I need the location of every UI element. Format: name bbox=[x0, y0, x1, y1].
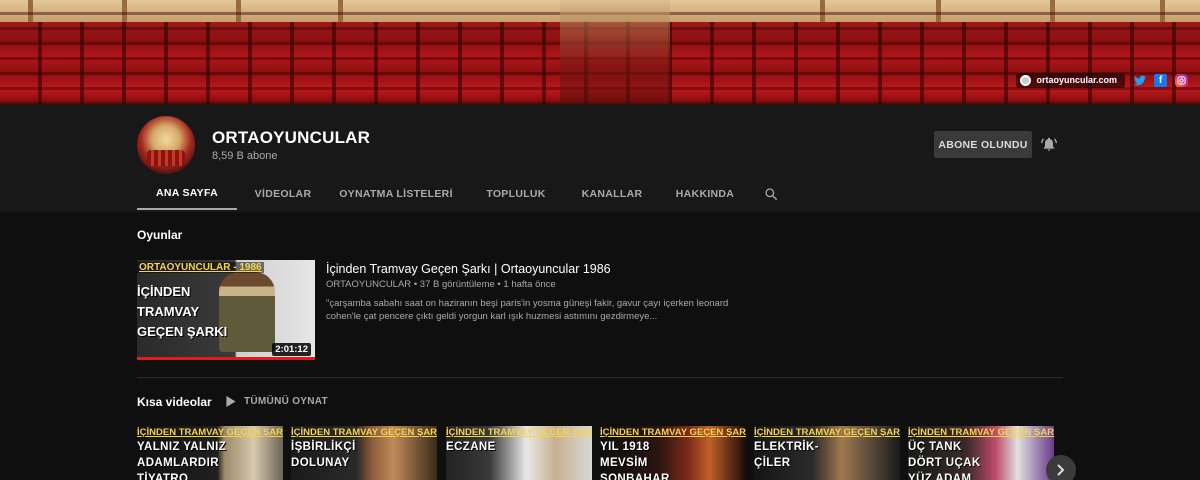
play-all-label: TÜMÜNÜ OYNAT bbox=[244, 396, 328, 407]
subscribe-button[interactable]: ABONE OLUNDU bbox=[934, 131, 1032, 158]
short-video-thumbnail[interactable]: İÇİNDEN TRAMVAY GEÇEN ŞARKI YIL 1918 MEV… bbox=[600, 426, 746, 480]
short-tag: İÇİNDEN TRAMVAY GEÇEN ŞARKI bbox=[908, 427, 1054, 438]
video-duration: 2:01:12 bbox=[272, 343, 311, 356]
short-video-thumbnail[interactable]: İÇİNDEN TRAMVAY GEÇEN ŞARKI ÜÇ TANK DÖRT… bbox=[908, 426, 1054, 480]
chevron-right-icon bbox=[1057, 464, 1065, 476]
short-tag: İÇİNDEN TRAMVAY GEÇEN ŞARKI bbox=[754, 427, 900, 438]
tab-about[interactable]: HAKKINDA bbox=[655, 178, 755, 210]
short-thumbnail-text: YALNIZ YALNIZ ADAMLARDIR TİYATRO bbox=[137, 441, 227, 480]
watch-progress-bar bbox=[137, 357, 315, 360]
video-views: 37 B görüntüleme bbox=[419, 279, 495, 290]
short-thumbnail-text: İŞBİRLİKÇİ DOLUNAY bbox=[291, 441, 356, 469]
next-arrow-button[interactable] bbox=[1046, 455, 1076, 480]
short-video-thumbnail[interactable]: İÇİNDEN TRAMVAY GEÇEN ŞARKI İŞBİRLİKÇİ D… bbox=[291, 426, 437, 480]
short-tag: İÇİNDEN TRAMVAY GEÇEN ŞARKI bbox=[600, 427, 746, 438]
twitter-icon[interactable] bbox=[1133, 74, 1146, 87]
short-tag: İÇİNDEN TRAMVAY GEÇEN ŞARKI bbox=[291, 427, 437, 438]
channel-banner: ortaoyuncular.com f bbox=[0, 0, 1200, 104]
short-video-thumbnail[interactable]: İÇİNDEN TRAMVAY GEÇEN ŞARKI YALNIZ YALNI… bbox=[137, 426, 283, 480]
thumbnail-banner-text: ORTAOYUNCULAR - 1986 bbox=[137, 262, 264, 273]
subscriber-count: 8,59 B abone bbox=[212, 150, 278, 162]
search-icon[interactable] bbox=[755, 178, 787, 210]
channel-name[interactable]: ORTAOYUNCULAR bbox=[212, 128, 370, 148]
featured-section-title[interactable]: Oyunlar bbox=[137, 228, 182, 242]
banner-links: ortaoyuncular.com f bbox=[1016, 70, 1188, 90]
short-video-thumbnail[interactable]: İÇİNDEN TRAMVAY GEÇEN ŞARKI ELEKTRİK-ÇİL… bbox=[754, 426, 900, 480]
tab-home[interactable]: ANA SAYFA bbox=[137, 178, 237, 210]
play-icon bbox=[226, 396, 236, 407]
website-link[interactable]: ortaoyuncular.com bbox=[1016, 72, 1125, 88]
channel-tabs: ANA SAYFA VİDEOLAR OYNATMA LİSTELERİ TOP… bbox=[137, 178, 787, 212]
video-age: 1 hafta önce bbox=[503, 279, 556, 290]
youtube-channel-page: ortaoyuncular.com f ORTAOYUNCULAR 8,59 B… bbox=[0, 0, 1200, 480]
short-thumbnail-text: ELEKTRİK-ÇİLER bbox=[754, 441, 819, 469]
featured-video-title[interactable]: İçinden Tramvay Geçen Şarkı | Ortaoyuncu… bbox=[326, 262, 611, 276]
channel-header: ORTAOYUNCULAR 8,59 B abone ABONE OLUNDU … bbox=[0, 104, 1200, 212]
featured-video-meta: ORTAOYUNCULAR • 37 B görüntüleme • 1 haf… bbox=[326, 279, 556, 290]
channel-content: Oyunlar ORTAOYUNCULAR - 1986 İÇİNDEN TRA… bbox=[0, 212, 1200, 480]
thumbnail-title-text: İÇİNDEN TRAMVAY GEÇEN ŞARKI bbox=[137, 284, 228, 339]
section-divider bbox=[137, 377, 1063, 378]
shorts-section-title[interactable]: Kısa videolar bbox=[137, 395, 212, 409]
short-tag: İÇİNDEN TRAMVAY GEÇEN ŞARKI bbox=[137, 427, 283, 438]
short-thumbnail-text: ECZANE bbox=[446, 441, 496, 453]
tab-videos[interactable]: VİDEOLAR bbox=[237, 178, 329, 210]
tab-playlists[interactable]: OYNATMA LİSTELERİ bbox=[329, 178, 463, 210]
featured-video-description[interactable]: "çarşamba sabahı saat on haziranın beşi … bbox=[326, 297, 766, 323]
bell-icon[interactable] bbox=[1041, 136, 1057, 152]
website-link-label: ortaoyuncular.com bbox=[1036, 75, 1117, 85]
facebook-icon[interactable]: f bbox=[1154, 73, 1167, 87]
short-thumbnail-text: YIL 1918 MEVSİM SONBAHAR bbox=[600, 441, 670, 480]
channel-avatar[interactable] bbox=[137, 116, 195, 174]
video-channel[interactable]: ORTAOYUNCULAR bbox=[326, 279, 411, 290]
featured-video-thumbnail[interactable]: ORTAOYUNCULAR - 1986 İÇİNDEN TRAMVAY GEÇ… bbox=[137, 260, 315, 360]
banner-aisle bbox=[560, 0, 670, 104]
instagram-icon[interactable] bbox=[1175, 73, 1188, 87]
play-all-button[interactable]: TÜMÜNÜ OYNAT bbox=[226, 396, 328, 407]
tab-channels[interactable]: KANALLAR bbox=[569, 178, 655, 210]
globe-icon bbox=[1020, 74, 1032, 86]
short-tag: İÇİNDEN TRAMVAY GEÇEN ŞARKI bbox=[446, 427, 592, 438]
tab-community[interactable]: TOPLULUK bbox=[463, 178, 569, 210]
short-video-thumbnail[interactable]: İÇİNDEN TRAMVAY GEÇEN ŞARKI ECZANE bbox=[446, 426, 592, 480]
short-thumbnail-text: ÜÇ TANK DÖRT UÇAK YÜZ ADAM bbox=[908, 441, 981, 480]
